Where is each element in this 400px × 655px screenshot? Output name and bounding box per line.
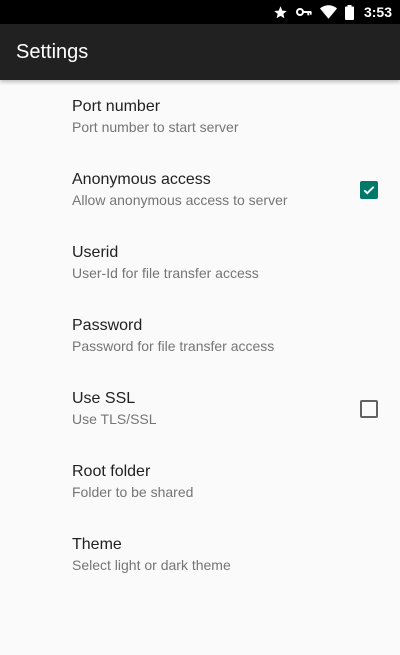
- pref-theme[interactable]: Theme Select light or dark theme: [0, 518, 400, 591]
- wifi-icon: [319, 5, 337, 19]
- pref-title: Userid: [72, 244, 119, 261]
- pref-summary: Allow anonymous access to server: [72, 192, 288, 208]
- pref-title: Root folder: [72, 463, 151, 480]
- vpn-key-icon: [295, 6, 312, 18]
- pref-summary: Select light or dark theme: [72, 557, 231, 573]
- pref-port-number[interactable]: Port number Port number to start server: [0, 80, 400, 153]
- pref-userid[interactable]: Userid User-Id for file transfer access: [0, 226, 400, 299]
- pref-title: Password: [72, 317, 143, 334]
- app-bar: Settings: [0, 24, 400, 80]
- pref-title: Port number: [72, 98, 161, 115]
- pref-anonymous-access[interactable]: Anonymous access Allow anonymous access …: [0, 153, 400, 226]
- pref-use-ssl[interactable]: Use SSL Use TLS/SSL: [0, 372, 400, 445]
- use-ssl-checkbox[interactable]: [360, 399, 378, 418]
- status-time: 3:53: [363, 4, 392, 20]
- anonymous-access-checkbox[interactable]: [360, 180, 378, 199]
- pref-summary: Folder to be shared: [72, 484, 194, 500]
- pref-summary: Use TLS/SSL: [72, 411, 157, 427]
- preference-list: Port number Port number to start server …: [0, 80, 400, 591]
- page-title: Settings: [16, 40, 89, 63]
- battery-icon: [344, 4, 354, 20]
- pref-title: Use SSL: [72, 390, 136, 407]
- pref-title: Anonymous access: [72, 171, 211, 188]
- status-bar: 3:53: [0, 0, 400, 24]
- pref-root-folder[interactable]: Root folder Folder to be shared: [0, 445, 400, 518]
- check-icon: [363, 185, 375, 195]
- pref-summary: User-Id for file transfer access: [72, 265, 259, 281]
- pref-password[interactable]: Password Password for file transfer acce…: [0, 299, 400, 372]
- star-icon: [273, 5, 288, 20]
- pref-summary: Password for file transfer access: [72, 338, 275, 354]
- pref-summary: Port number to start server: [72, 119, 239, 135]
- pref-title: Theme: [72, 536, 122, 553]
